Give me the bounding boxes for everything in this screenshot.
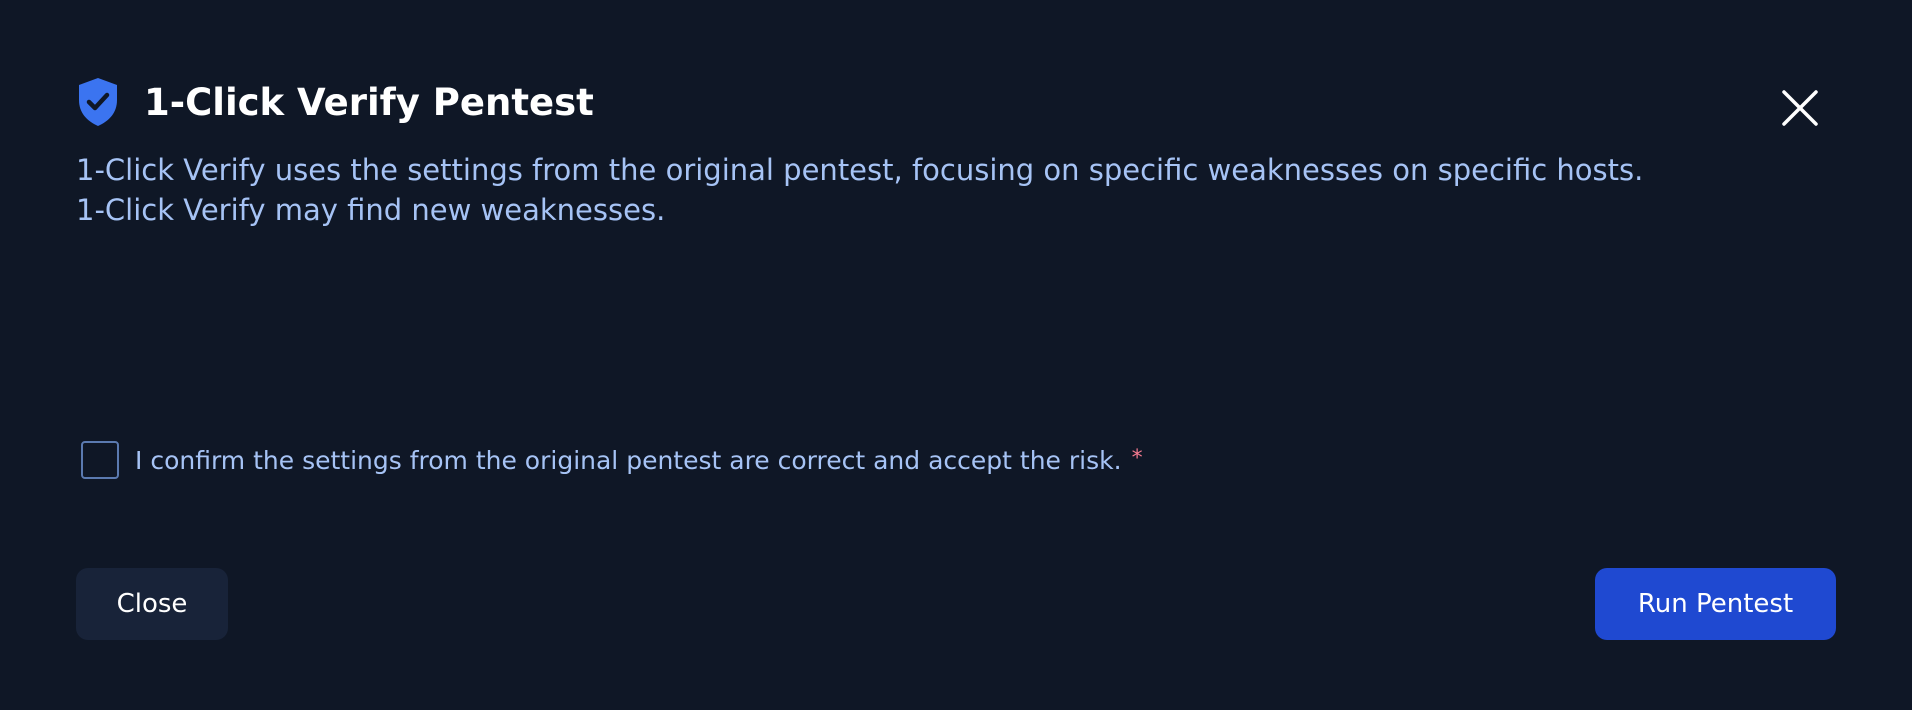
verify-pentest-dialog: 1-Click Verify Pentest 1-Click Verify us… <box>0 0 1912 710</box>
confirm-checkbox[interactable] <box>81 441 119 479</box>
description-line-2: 1-Click Verify may find new weaknesses. <box>76 193 666 227</box>
required-marker: * <box>1131 445 1143 471</box>
confirm-row: I confirm the settings from the original… <box>81 438 1143 482</box>
close-icon[interactable] <box>1778 86 1822 130</box>
shield-check-icon <box>79 78 117 126</box>
dialog-description: 1-Click Verify uses the settings from th… <box>76 150 1836 230</box>
dialog-header: 1-Click Verify Pentest <box>76 74 594 130</box>
close-button[interactable]: Close <box>76 568 228 640</box>
run-pentest-button[interactable]: Run Pentest <box>1595 568 1836 640</box>
dialog-title: 1-Click Verify Pentest <box>144 80 594 124</box>
description-line-1: 1-Click Verify uses the settings from th… <box>76 153 1644 187</box>
confirm-label: I confirm the settings from the original… <box>135 445 1122 475</box>
